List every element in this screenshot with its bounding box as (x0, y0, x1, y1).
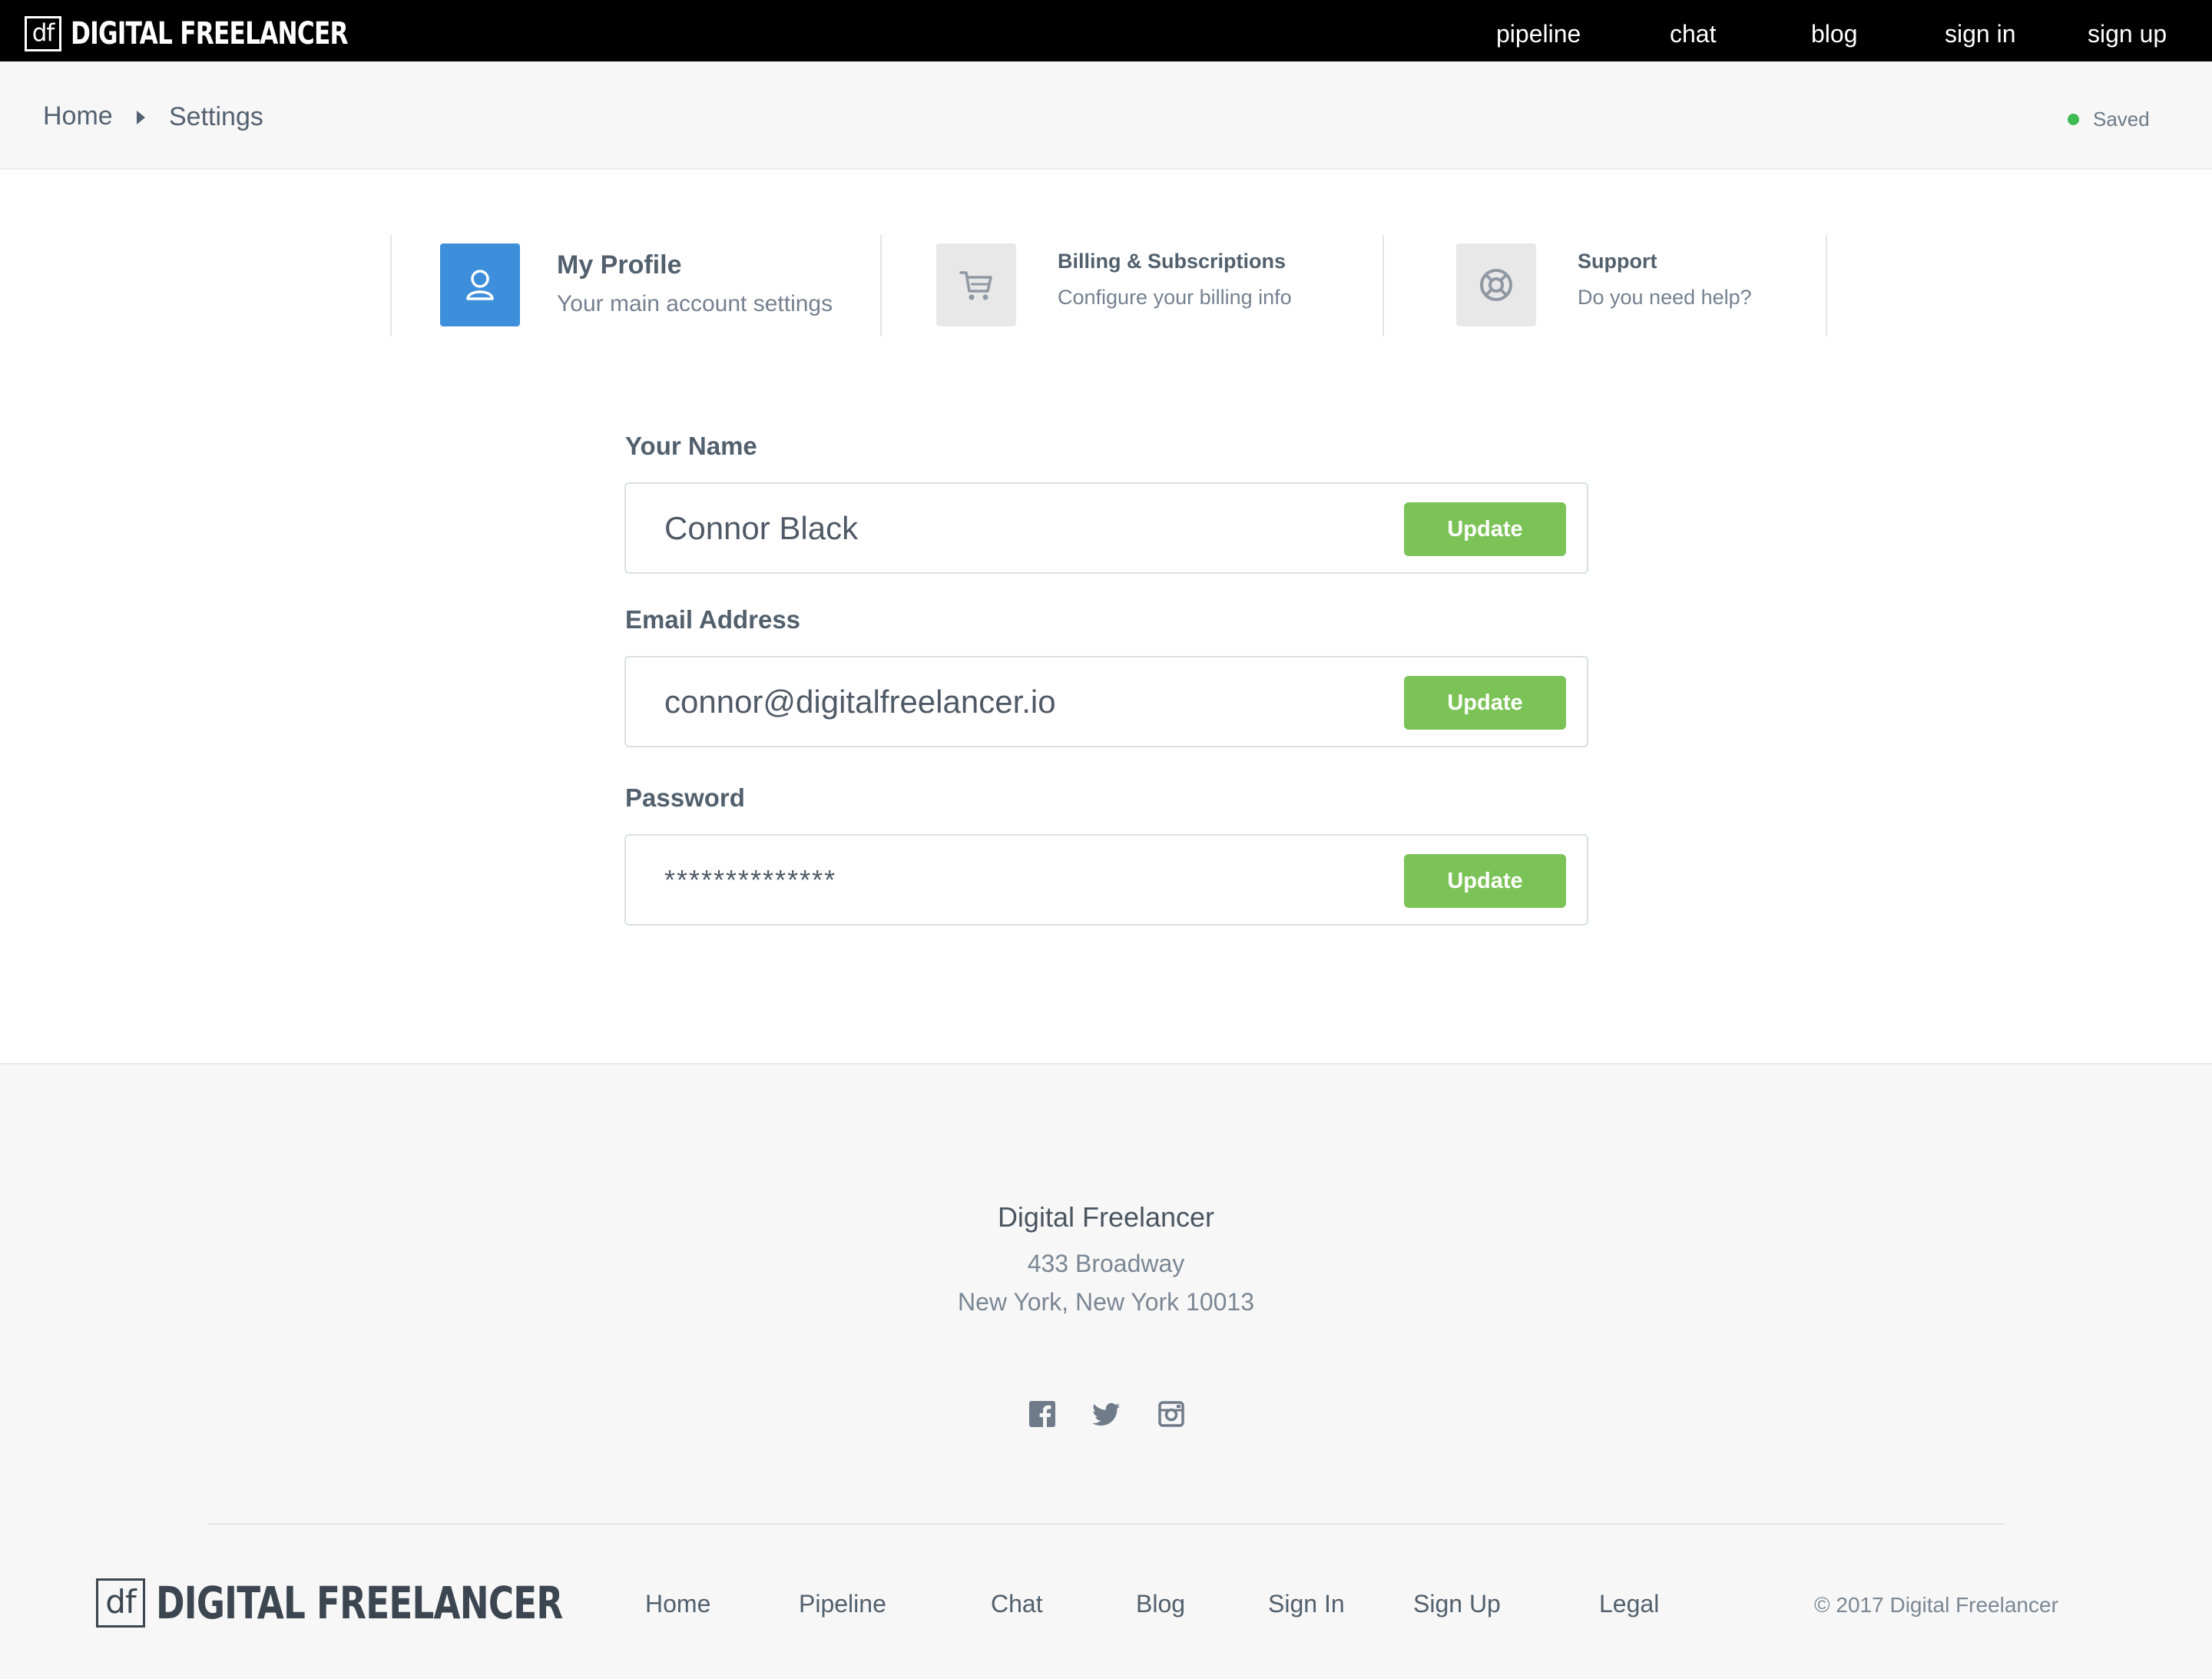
breadcrumb-current: Settings (169, 102, 263, 131)
tab-billing[interactable]: Billing & Subscriptions Configure your b… (936, 243, 1336, 326)
tab-title: My Profile (557, 250, 682, 280)
footer-logo-text: DIGITAL FREELANCER (156, 1577, 563, 1629)
facebook-icon[interactable] (1028, 1400, 1056, 1428)
tab-support[interactable]: Support Do you need help? (1456, 243, 1802, 326)
name-input[interactable] (664, 501, 1356, 556)
tab-my-profile[interactable]: My Profile Your main account settings (440, 243, 839, 326)
update-name-button[interactable]: Update (1404, 502, 1566, 556)
tab-subtitle: Do you need help? (1578, 286, 1752, 309)
update-email-button[interactable]: Update (1404, 676, 1566, 730)
breadcrumb-chevron-icon (137, 111, 145, 124)
name-field-box: Update (624, 482, 1588, 574)
logo-text: DIGITAL FREELANCER (71, 16, 349, 51)
footer-address-line1: 433 Broadway (1027, 1250, 1185, 1277)
tab-title: Billing & Subscriptions (1058, 250, 1286, 273)
password-field-box: Update (624, 834, 1588, 926)
email-input[interactable] (664, 674, 1356, 730)
nav-link-sign-in[interactable]: sign in (1945, 20, 2016, 48)
nav-link-blog[interactable]: blog (1811, 20, 1858, 48)
status-label: Saved (2093, 108, 2150, 131)
footer-link-legal[interactable]: Legal (1599, 1590, 1659, 1618)
nav-link-chat[interactable]: chat (1670, 20, 1716, 48)
tab-subtitle: Your main account settings (557, 291, 833, 316)
footer-copyright: © 2017 Digital Freelancer (1814, 1593, 2058, 1617)
email-label: Email Address (625, 605, 801, 634)
nav-link-sign-up[interactable]: sign up (2088, 20, 2167, 48)
footer-link-sign-up[interactable]: Sign Up (1413, 1590, 1501, 1618)
instagram-icon[interactable] (1157, 1400, 1185, 1428)
tab-divider (1382, 235, 1384, 336)
footer-link-blog[interactable]: Blog (1136, 1590, 1185, 1618)
footer-divider (207, 1523, 2005, 1525)
status-dot-icon (2068, 114, 2079, 125)
nav-link-pipeline[interactable]: pipeline (1496, 20, 1581, 48)
footer-company-name: Digital Freelancer (997, 1201, 1215, 1233)
save-status: Saved (2068, 108, 2150, 131)
tab-divider (390, 235, 392, 336)
tab-divider (1826, 235, 1827, 336)
footer-address-line2: New York, New York 10013 (957, 1288, 1255, 1316)
logo-mark: df (25, 16, 61, 51)
update-password-button[interactable]: Update (1404, 854, 1566, 908)
password-label: Password (625, 783, 745, 812)
email-field-box: Update (624, 656, 1588, 747)
tab-title: Support (1578, 250, 1657, 273)
lifebuoy-icon (1456, 243, 1536, 326)
name-label: Your Name (625, 432, 757, 460)
twitter-icon[interactable] (1093, 1400, 1121, 1428)
footer-link-home[interactable]: Home (645, 1590, 710, 1618)
brand-logo[interactable]: df DIGITAL FREELANCER (25, 16, 426, 51)
footer-link-pipeline[interactable]: Pipeline (799, 1590, 886, 1618)
footer-logo-mark: df (96, 1578, 145, 1628)
tab-subtitle: Configure your billing info (1058, 286, 1292, 309)
user-icon (440, 243, 520, 326)
cart-icon (936, 243, 1016, 326)
footer-brand-logo[interactable]: df DIGITAL FREELANCER (96, 1577, 677, 1629)
footer-link-sign-in[interactable]: Sign In (1268, 1590, 1345, 1618)
top-navbar: df DIGITAL FREELANCER pipeline chat blog… (0, 0, 2212, 61)
footer-link-chat[interactable]: Chat (991, 1590, 1043, 1618)
tab-divider (880, 235, 882, 336)
breadcrumb-home[interactable]: Home (43, 101, 113, 131)
breadcrumb-bar: Home Settings (0, 61, 2212, 170)
password-input[interactable] (664, 853, 1356, 908)
